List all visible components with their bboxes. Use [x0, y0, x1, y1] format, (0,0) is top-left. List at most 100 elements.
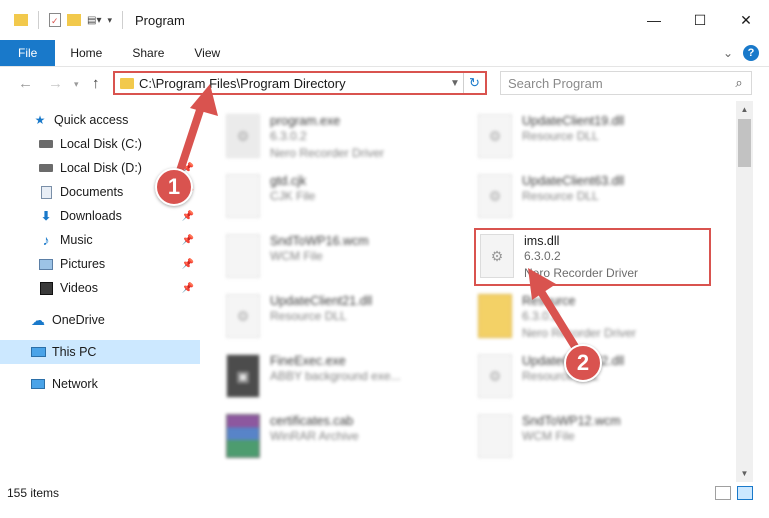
pin-icon[interactable]: 📌 — [182, 259, 194, 270]
navigation-pane: ★ Quick access Local Disk (C:) Local Dis… — [0, 104, 200, 482]
file-name: program.exe — [270, 114, 341, 128]
pin-icon[interactable]: 📌 — [182, 211, 194, 222]
file-item-sndtowp16-wcm[interactable]: SndToWP16.wcm WCM File — [214, 228, 454, 284]
file-name: FineExec.exe — [270, 354, 346, 368]
search-box[interactable]: Search Program ⌕ — [500, 71, 752, 95]
file-item-updateclient63-dll[interactable]: ⚙ UpdateClient63.dll Resource DLL — [466, 168, 706, 224]
sidebar-item-network[interactable]: Network — [0, 372, 200, 396]
scroll-thumb[interactable] — [738, 119, 751, 167]
search-icon[interactable]: ⌕ — [727, 75, 751, 91]
music-icon: ♪ — [42, 232, 50, 248]
close-button[interactable]: ✕ — [723, 0, 769, 40]
archive-file-icon — [226, 414, 260, 458]
sidebar-item-label: Quick access — [54, 113, 129, 127]
ribbon-tabs: File Home Share View ⌄ ? — [0, 40, 769, 67]
sidebar-item-this-pc[interactable]: This PC — [0, 340, 200, 364]
sidebar-item-label: Music — [60, 233, 93, 247]
pin-icon[interactable]: 📌 — [182, 235, 194, 246]
folder-icon — [478, 294, 512, 338]
sidebar-item-label: Local Disk (D:) — [60, 161, 142, 175]
file-type: Resource DLL — [522, 189, 599, 203]
sidebar-item-local-disk-c[interactable]: Local Disk (C:) — [0, 132, 200, 156]
file-item-gtd-cjk[interactable]: gtd.cjk CJK File — [214, 168, 454, 224]
sidebar-item-label: Downloads — [60, 209, 122, 223]
refresh-icon[interactable]: ↻ — [463, 73, 485, 93]
file-type: WinRAR Archive — [270, 429, 359, 443]
file-type: ABBY background exe... — [270, 369, 401, 383]
recent-locations-icon[interactable]: ▾ — [74, 79, 79, 90]
sidebar-item-pictures[interactable]: Pictures 📌 — [0, 252, 200, 276]
scroll-up-icon[interactable]: ▲ — [736, 101, 753, 118]
dll-file-icon: ⚙ — [478, 174, 512, 218]
file-version: 6.3.0.2 — [522, 309, 559, 323]
file-name: UpdateClient19.dll — [522, 114, 625, 128]
properties-icon[interactable]: ✓ — [49, 13, 61, 27]
file-item-updateclient19-dll[interactable]: ⚙ UpdateClient19.dll Resource DLL — [466, 108, 706, 164]
network-icon — [30, 377, 46, 391]
generic-file-icon — [226, 174, 260, 218]
sidebar-item-onedrive[interactable]: ☁ OneDrive — [0, 308, 200, 332]
minimize-button[interactable]: — — [631, 0, 677, 40]
tab-file[interactable]: File — [0, 40, 56, 66]
sidebar-item-music[interactable]: ♪ Music 📌 — [0, 228, 200, 252]
file-item-program-exe[interactable]: ⚙ program.exe 6.3.0.2 Nero Recorder Driv… — [214, 108, 454, 164]
address-bar[interactable]: C:\Program Files\Program Directory ▼ ↻ — [113, 71, 487, 95]
window-title: Program — [135, 12, 185, 28]
file-type: WCM File — [522, 429, 575, 443]
documents-icon — [38, 185, 54, 199]
file-item-updateclient21-dll[interactable]: ⚙ UpdateClient21.dll Resource DLL — [214, 288, 454, 344]
tab-share[interactable]: Share — [117, 40, 179, 66]
sidebar-item-label: Pictures — [60, 257, 106, 271]
sidebar-item-downloads[interactable]: ⬇ Downloads 📌 — [0, 204, 200, 228]
ribbon-right-controls: ⌄ ? — [723, 45, 759, 61]
view-toggles — [715, 486, 753, 500]
tab-home[interactable]: Home — [55, 40, 117, 66]
tiles-view-icon[interactable] — [737, 486, 753, 500]
details-view-icon[interactable] — [715, 486, 731, 500]
dll-file-icon: ⚙ — [226, 294, 260, 338]
forward-arrow-icon[interactable]: → — [48, 75, 63, 92]
scroll-down-icon[interactable]: ▼ — [736, 465, 753, 482]
sidebar-item-quick-access[interactable]: ★ Quick access — [0, 108, 200, 132]
sidebar-item-label: This PC — [52, 345, 97, 359]
sidebar-item-label: Documents — [60, 185, 124, 199]
address-path[interactable]: C:\Program Files\Program Directory — [139, 76, 447, 91]
file-item-resource-folder[interactable]: Resource 6.3.0.2 Nero Recorder Driver — [466, 288, 706, 344]
callout-badge-2: 2 — [564, 344, 602, 382]
file-type: CJK File — [270, 189, 316, 203]
chevron-down-icon[interactable]: ▼ — [447, 78, 463, 89]
sidebar-item-videos[interactable]: Videos 📌 — [0, 276, 200, 300]
customize-toolbar-icon[interactable]: ▤▾ — [87, 15, 101, 26]
search-input[interactable]: Search Program — [508, 76, 727, 91]
up-arrow-icon[interactable]: ↑ — [92, 75, 100, 92]
exe-file-icon: ▣ — [226, 354, 260, 398]
status-bar: 155 items — [0, 482, 769, 504]
toolbar-divider — [122, 11, 123, 29]
folder-icon — [14, 14, 28, 26]
file-item-sndtowp12-wcm[interactable]: SndToWP12.wcm WCM File — [466, 408, 706, 464]
folder-icon — [120, 77, 134, 89]
file-type: WCM File — [270, 249, 323, 263]
file-type: Resource DLL — [522, 129, 599, 143]
maximize-button[interactable]: ☐ — [677, 0, 723, 40]
file-item-fineexec-exe[interactable]: ▣ FineExec.exe ABBY background exe... — [214, 348, 454, 404]
toolbar-divider — [38, 11, 39, 29]
sidebar-item-label: Network — [52, 377, 98, 391]
help-icon[interactable]: ? — [743, 45, 759, 61]
file-item-certificates-cab[interactable]: certificates.cab WinRAR Archive — [214, 408, 454, 464]
file-name: UpdateClient63.dll — [522, 174, 625, 188]
expand-ribbon-icon[interactable]: ⌄ — [723, 46, 733, 60]
pin-icon[interactable]: 📌 — [182, 283, 194, 294]
file-description: Nero Recorder Driver — [522, 326, 637, 340]
back-arrow-icon[interactable]: ← — [18, 75, 33, 92]
vertical-scrollbar[interactable]: ▲ ▼ — [736, 101, 753, 482]
new-folder-icon[interactable] — [67, 14, 81, 26]
highlight-box-ims-dll — [474, 228, 711, 286]
title-bar: ✓ ▤▾ ▾ Program — ☐ ✕ — [0, 0, 769, 40]
tab-view[interactable]: View — [179, 40, 235, 66]
file-description: Nero Recorder Driver — [270, 146, 385, 160]
file-name: UpdateClient21.dll — [270, 294, 373, 308]
dll-file-icon: ⚙ — [478, 114, 512, 158]
chevron-down-icon[interactable]: ▾ — [107, 15, 112, 26]
sidebar-item-label: OneDrive — [52, 313, 105, 327]
